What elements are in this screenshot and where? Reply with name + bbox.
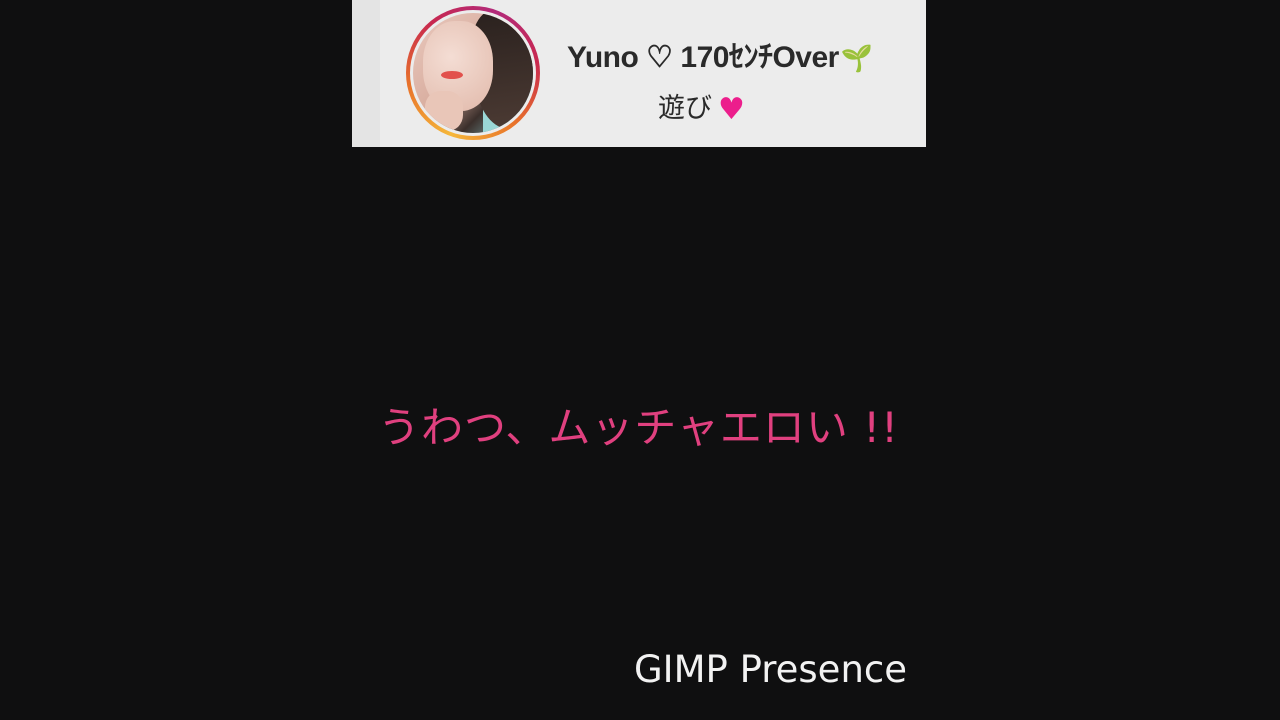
heart-icon: ♥	[718, 92, 745, 127]
subtitle-caption: うわつ、ムッチャエロい !!	[378, 403, 899, 452]
video-frame: Yuno ♡ 170ｾﾝﾁOver🌱 遊び ♥ うわつ、ムッチャエロい !! GI…	[0, 0, 1280, 720]
profile-name: Yuno ♡ 170ｾﾝﾁOver🌱	[567, 32, 912, 74]
avatar	[410, 10, 536, 136]
avatar-photo	[413, 13, 533, 133]
avatar-ring	[406, 6, 540, 140]
profile-name-text: Yuno ♡ 170ｾﾝﾁOver	[567, 41, 839, 74]
sprout-icon: 🌱	[840, 43, 873, 73]
profile-card: Yuno ♡ 170ｾﾝﾁOver🌱 遊び ♥	[352, 0, 926, 147]
card-edge	[352, 0, 380, 147]
profile-bio-text: 遊び	[658, 93, 712, 124]
watermark: GIMP Presence	[634, 648, 908, 691]
profile-bio: 遊び ♥	[658, 86, 745, 127]
